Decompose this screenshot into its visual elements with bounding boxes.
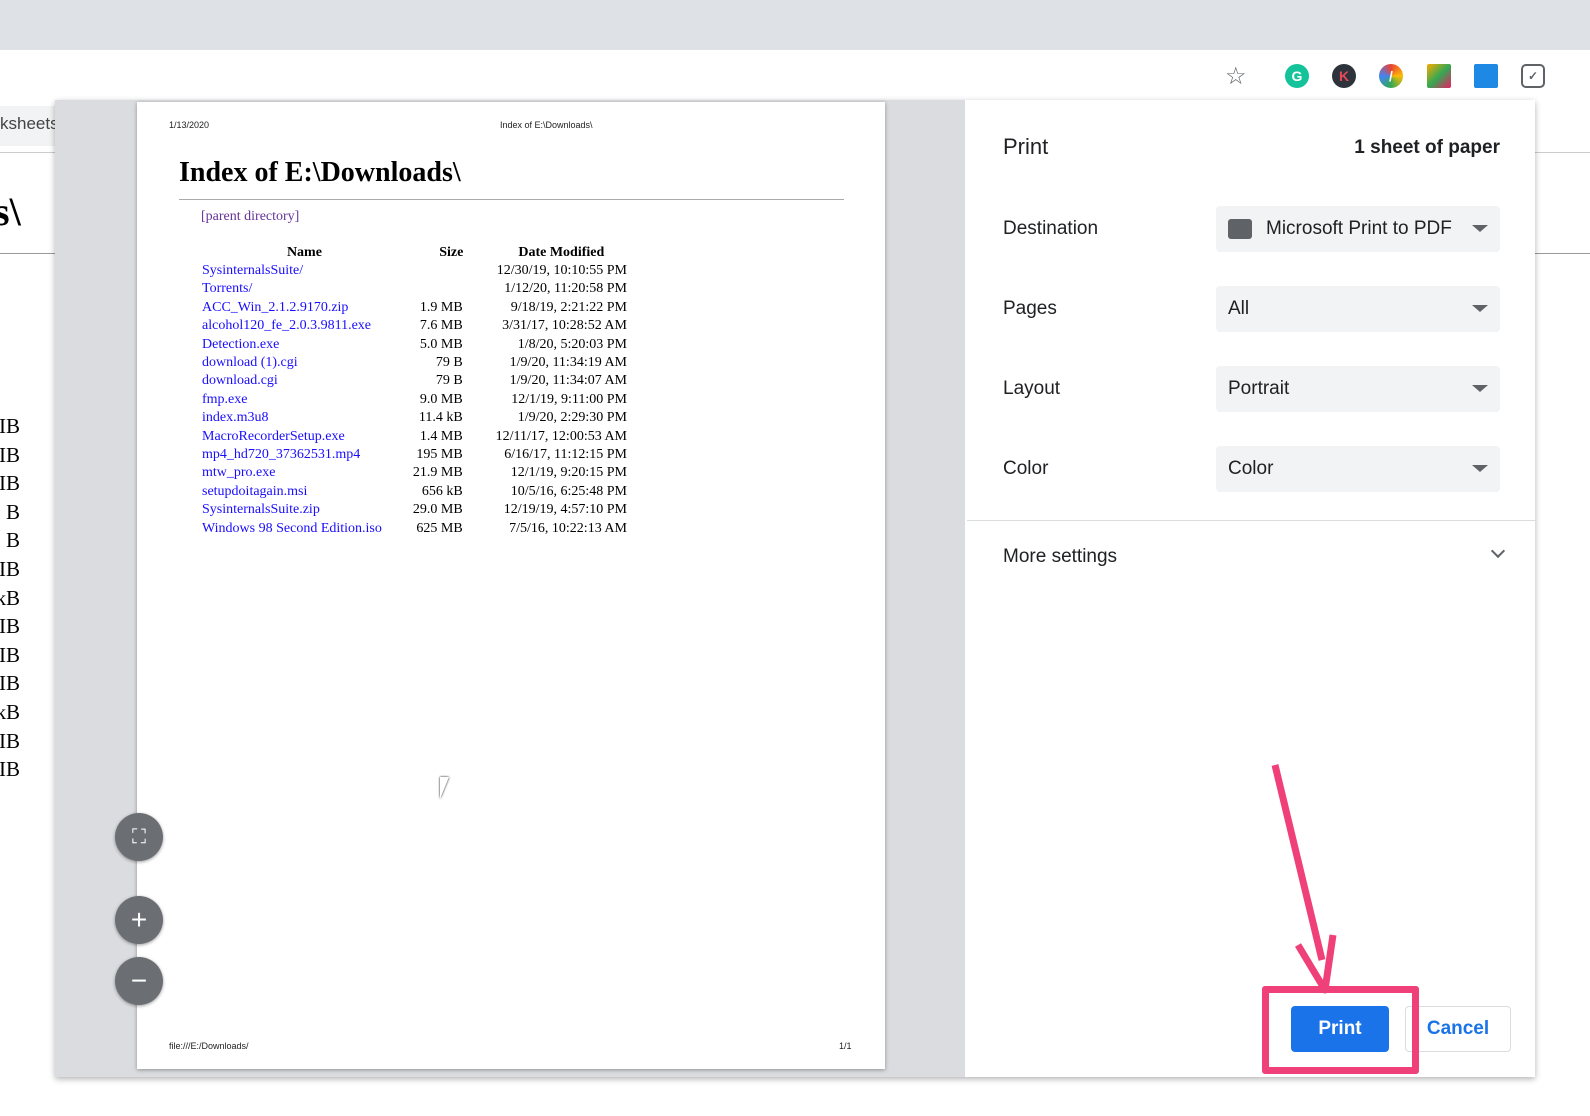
annotation-arrow [1271,764,1337,994]
